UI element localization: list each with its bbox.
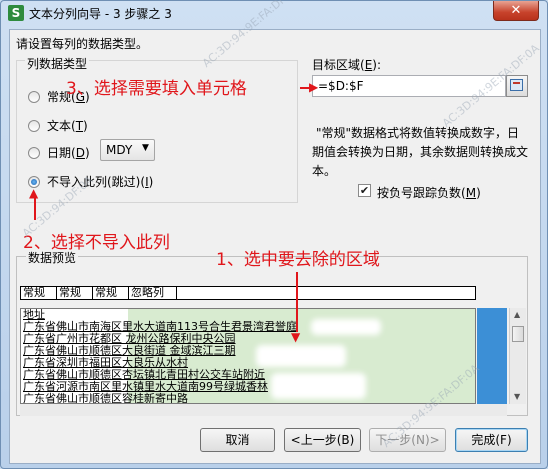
selection-highlight-strip [477,308,507,404]
preview-column-headers: 常规 常规 常规 忽略列 [20,286,476,300]
scrollbar-thumb[interactable] [512,326,524,342]
radio-general[interactable] [28,91,40,103]
scroll-down-icon[interactable]: ▼ [514,392,520,401]
back-button[interactable]: <上一步(B) [284,428,361,452]
instruction-text: 请设置每列的数据类型。 [16,37,149,51]
description-line-3: 本。 [312,164,337,178]
annotation-step3: 3、选择需要填入单元格 [66,79,247,99]
target-range-label: 目标区域(E): [312,58,382,72]
column-header[interactable]: 忽略列 [129,287,177,299]
window-title: 文本分列向导 - 3 步骤之 3 [29,7,172,21]
cancel-button[interactable]: 取消 [200,428,275,452]
radio-date[interactable] [28,147,40,159]
chevron-down-icon: ▼ [142,143,149,153]
date-format-select[interactable]: MDY ▼ [100,139,155,161]
arrow-down-icon: ▼ [291,330,301,344]
annotation-step2: 2、选择不导入此列 [23,233,170,253]
date-format-value: MDY [106,143,133,157]
arrow-up-icon: ▲ [29,186,39,200]
radio-text-label[interactable]: 文本(T) [47,117,88,134]
trailing-minus-label[interactable]: 按负号跟踪负数(M) [377,184,481,201]
redaction-blur [256,345,346,367]
column-header[interactable]: 常规 [21,287,57,299]
target-range-value: =$D:$F [318,79,364,93]
radio-text[interactable] [28,120,40,132]
preview-row: 广东省佛山市顺德区容桂新寄中路 [23,392,188,404]
trailing-minus-checkbox[interactable]: ✔ [358,184,371,197]
finish-button[interactable]: 完成(F) [455,428,528,452]
preview-grid[interactable]: 地址 广东省佛山市南海区里水大道南113号合生君景湾君誉庭 广东省广州市花都区 … [20,308,476,404]
annotation-arrow-step1 [296,272,298,332]
redaction-blur [311,319,381,335]
wps-spreadsheet-icon: S [8,5,24,21]
collapse-dialog-icon [510,79,523,91]
preview-vertical-scrollbar[interactable]: ▲ ▼ [509,308,526,404]
arrow-right-icon: ▶ [309,80,319,94]
column-header[interactable]: 常规 [57,287,93,299]
scroll-up-icon[interactable]: ▲ [514,310,520,319]
description-line-1: "常规"数据格式将数值转换成数字，日 [316,126,520,140]
description-line-2: 期值会转换为日期，其余数据则转换成文 [312,145,529,159]
radio-skip-column-label[interactable]: 不导入此列(跳过)(I) [47,173,153,190]
close-button[interactable]: ✕ [493,1,539,21]
redaction-blur [271,373,366,399]
column-header[interactable]: 常规 [93,287,129,299]
annotation-step1: 1、选中要去除的区域 [216,250,380,270]
column-type-legend: 列数据类型 [25,55,90,72]
radio-date-label[interactable]: 日期(D) [47,144,90,161]
